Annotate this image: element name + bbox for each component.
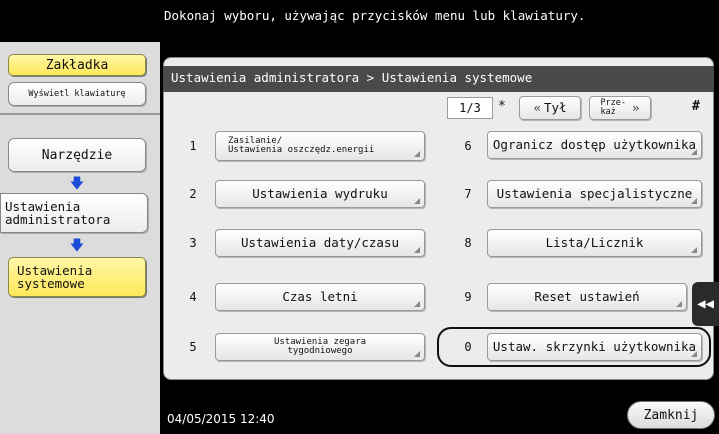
menu-number: 9 <box>464 290 472 304</box>
menu-item-label: Ustawienia daty/czasu <box>240 234 400 250</box>
tab-button[interactable]: Zakładka <box>8 54 146 76</box>
menu-item-label: Zasilanie/ Ustawienia oszczędz.energii <box>228 136 375 155</box>
menu-number: 7 <box>464 187 472 201</box>
menu-number: 1 <box>189 139 197 153</box>
menu-item-label: Ustawienia wydruku <box>252 185 388 201</box>
system-settings-button[interactable]: Ustawienia systemowe <box>8 257 146 297</box>
menu-number: 5 <box>189 340 197 354</box>
menu-item-label: Czas letni <box>282 288 358 304</box>
date-time-settings-button[interactable]: Ustawienia daty/czasu <box>215 229 425 257</box>
menu-item-label: Ustawienia specjalistyczne <box>496 185 693 201</box>
double-chevron-right-icon: » <box>632 99 640 115</box>
menu-item-label: Reset ustawień <box>534 288 640 304</box>
breadcrumb: Ustawienia administratora > Ustawienia s… <box>163 66 714 92</box>
back-label: Tył <box>543 99 567 115</box>
show-keyboard-button[interactable]: Wyświetl klawiaturę <box>8 82 146 106</box>
menu-number: 3 <box>189 236 197 250</box>
user-box-settings-button[interactable]: Ustaw. skrzynki użytkownika <box>487 333 702 361</box>
date-time: 04/05/2015 12:40 <box>167 412 275 426</box>
instruction-message: Dokonaj wyboru, używając przycisków menu… <box>164 8 586 23</box>
double-chevron-left-icon: « <box>533 99 541 115</box>
power-saving-settings-button[interactable]: Zasilanie/ Ustawienia oszczędz.energii <box>215 131 425 161</box>
divider <box>0 113 160 115</box>
message-bar: Dokonaj wyboru, używając przycisków menu… <box>0 0 719 42</box>
expert-settings-button[interactable]: Ustawienia specjalistyczne <box>487 180 702 208</box>
menu-number: 4 <box>189 290 197 304</box>
forward-button[interactable]: Prze- każ » <box>589 96 651 120</box>
print-settings-button[interactable]: Ustawienia wydruku <box>215 180 425 208</box>
menu-item-label: Ustawienia zegara tygodniowego <box>273 337 367 356</box>
admin-settings-button[interactable]: Ustawienia administratora <box>0 193 148 233</box>
forward-label: Prze- każ <box>600 98 627 117</box>
menu-number: 0 <box>464 340 472 354</box>
star-key: * <box>498 99 506 114</box>
collapse-panel-tab[interactable]: ◀◀ <box>692 282 719 326</box>
restrict-user-access-button[interactable]: Ogranicz dostęp użytkownika <box>487 131 702 159</box>
weekly-timer-settings-button[interactable]: Ustawienia zegara tygodniowego <box>215 333 425 361</box>
back-button[interactable]: « Tył <box>519 96 581 120</box>
close-button[interactable]: Zamknij <box>627 401 715 429</box>
double-chevron-left-icon: ◀◀ <box>697 296 714 312</box>
menu-item-label: Lista/Licznik <box>545 234 644 250</box>
down-arrow-icon: 🡇 <box>69 238 85 254</box>
page-indicator: 1/3 <box>447 97 493 119</box>
menu-number: 2 <box>189 187 197 201</box>
menu-number: 6 <box>464 139 472 153</box>
menu-item-label: Ogranicz dostęp użytkownika <box>492 136 697 152</box>
menu-number: 8 <box>464 236 472 250</box>
hash-key: # <box>692 99 700 114</box>
reset-settings-button[interactable]: Reset ustawień <box>487 283 687 311</box>
tools-button[interactable]: Narzędzie <box>8 138 146 172</box>
menu-item-label: Ustaw. skrzynki użytkownika <box>492 338 697 354</box>
list-counter-button[interactable]: Lista/Licznik <box>487 229 702 257</box>
daylight-saving-button[interactable]: Czas letni <box>215 283 425 311</box>
